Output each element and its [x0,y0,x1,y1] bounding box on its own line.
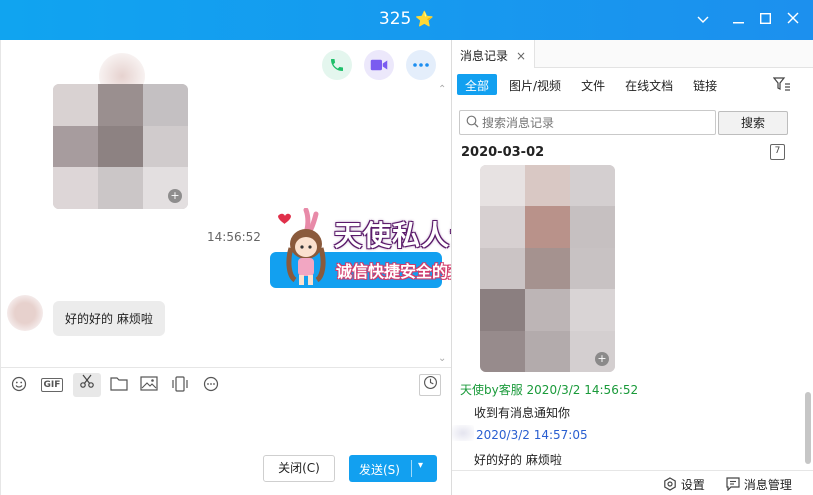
maximize-button[interactable] [755,10,775,30]
screenshot-scissors-icon[interactable] [73,373,101,397]
filter-images-videos[interactable]: 图片/视频 [501,74,569,95]
dropdown-icon[interactable] [693,10,713,30]
history-message-text: 收到有消息通知你 [474,406,571,420]
more-tools-icon[interactable] [202,376,220,394]
send-button[interactable]: 发送(S) ▾ [349,455,437,482]
message-history-panel: 消息记录× 全部 图片/视频 文件 在线文档 链接 搜索 2020-03-02 … [451,40,813,495]
more-dots-icon[interactable] [406,50,436,80]
contact-avatar[interactable] [7,295,43,331]
history-image-mosaic [480,165,615,372]
history-footer: 设置 消息管理 [452,470,813,495]
close-window-button[interactable] [783,10,803,30]
history-tab-bar: 消息记录 × [452,40,813,68]
message-manager-link[interactable]: 消息管理 [726,476,792,493]
incoming-message-bubble: 好的好的 麻烦啦 [53,301,165,336]
history-date-header: 2020-03-02 [461,145,545,160]
folder-icon[interactable] [110,376,128,394]
window-title-text: 325 [378,9,412,29]
scroll-down-icon[interactable]: ⌄ [438,353,446,364]
image-icon[interactable] [140,376,158,394]
gear-icon [664,477,676,491]
history-sender-name-blurred [452,425,474,441]
image-mosaic [53,84,188,209]
emoji-icon[interactable] [10,376,28,394]
history-message-text-2: 好的好的 麻烦啦 [474,453,562,467]
send-divider [411,460,412,477]
input-toolbar: GIF [1,367,451,401]
search-icon [466,115,479,131]
tab-label: 消息记录 [460,49,509,63]
window-title: 325 ⭐ [0,9,813,29]
history-sender-line: 天使by客服 2020/3/2 14:56:52 [460,383,639,397]
image-message[interactable]: + [53,84,188,209]
gif-icon[interactable]: GIF [41,378,63,392]
settings-label: 设置 [680,478,705,492]
zoom-icon[interactable]: + [168,189,182,203]
tab-message-history[interactable]: 消息记录 × [452,40,536,68]
bunny-girl-mascot-icon [278,208,326,285]
filter-all[interactable]: 全部 [457,74,498,95]
zoom-icon[interactable]: + [595,352,609,366]
history-search-input[interactable] [482,114,710,131]
filter-links[interactable]: 链接 [685,74,725,95]
video-camera-icon[interactable] [364,50,394,80]
phone-icon[interactable] [322,50,352,80]
shake-window-icon[interactable] [171,376,189,394]
scroll-up-icon[interactable]: ⌃ [438,84,446,95]
filter-files[interactable]: 文件 [573,74,613,95]
send-button-label: 发送(S) [359,463,400,477]
calendar-icon[interactable]: 7 [770,144,785,160]
search-button[interactable]: 搜索 [718,111,788,135]
settings-link[interactable]: 设置 [663,476,705,493]
history-time: 2020/3/2 14:57:05 [476,428,588,442]
tab-close-icon[interactable]: × [516,49,526,63]
message-manage-icon [726,477,740,492]
minimize-button[interactable] [728,10,748,30]
send-options-chevron-icon[interactable]: ▾ [418,460,423,471]
star-badge-icon: ⭐ [415,10,435,28]
history-image-message[interactable]: + [480,165,615,372]
calendar-day: 7 [774,146,781,156]
title-bar: 325 ⭐ [0,0,813,40]
history-clock-icon[interactable] [419,374,441,396]
message-timestamp: 14:56:52 [207,230,261,244]
message-manager-label: 消息管理 [743,478,792,492]
history-search-box [459,110,716,135]
history-filters: 全部 图片/视频 文件 在线文档 链接 [457,74,725,95]
chat-actions [322,50,436,80]
filter-online-docs[interactable]: 在线文档 [617,74,681,95]
filter-settings-icon[interactable] [772,77,791,95]
history-scrollbar[interactable] [805,392,811,464]
close-button[interactable]: 关闭(C) [263,455,335,482]
